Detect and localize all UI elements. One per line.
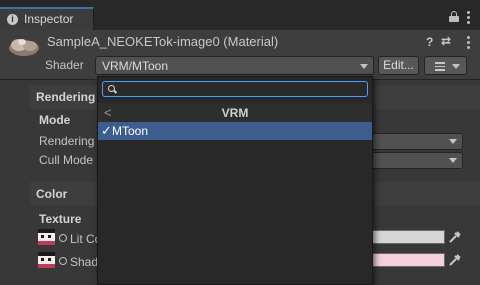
- shader-search-field[interactable]: [102, 81, 368, 97]
- cull-mode-dropdown[interactable]: [370, 152, 463, 169]
- eyedropper-icon[interactable]: [448, 253, 462, 267]
- material-preview-icon: [9, 39, 39, 56]
- lit-texture-picker-icon[interactable]: [59, 234, 67, 242]
- popup-category-header: < VRM: [98, 103, 372, 123]
- tab-inspector[interactable]: i Inspector: [0, 7, 94, 30]
- shader-value: VRM/MToon: [102, 59, 169, 73]
- lit-texture-thumbnail[interactable]: [38, 229, 55, 245]
- rendering-type-dropdown[interactable]: [370, 133, 463, 150]
- preset-icon[interactable]: ⇄: [441, 34, 451, 48]
- shader-option-label: MToon: [112, 124, 149, 138]
- chevron-down-icon: [360, 64, 368, 69]
- shade-color-swatch[interactable]: [372, 253, 445, 267]
- shader-option-mtoon[interactable]: ✓ MToon: [98, 122, 372, 140]
- shader-search-input[interactable]: [119, 82, 359, 96]
- material-title: SampleA_NEOKETok-image0 (Material): [47, 34, 279, 49]
- header-kebab-icon[interactable]: [467, 36, 471, 51]
- shade-color-label: Shad: [70, 255, 99, 269]
- help-icon[interactable]: ?: [426, 35, 433, 49]
- shade-texture-picker-icon[interactable]: [59, 257, 67, 265]
- tab-label: Inspector: [24, 12, 74, 26]
- edit-shader-button[interactable]: Edit...: [378, 56, 419, 75]
- shader-label: Shader: [45, 58, 84, 72]
- chevron-down-icon: [449, 158, 457, 163]
- lock-icon[interactable]: [449, 11, 459, 22]
- lit-color-swatch[interactable]: [372, 230, 445, 244]
- cull-mode-label: Cull Mode: [39, 153, 94, 167]
- shader-options-button[interactable]: [424, 56, 467, 75]
- shade-texture-thumbnail[interactable]: [38, 252, 55, 268]
- rendering-section-title: Rendering: [36, 90, 96, 104]
- eyedropper-icon[interactable]: [448, 230, 462, 244]
- search-icon: [108, 85, 115, 92]
- rendering-row-label: Rendering: [39, 134, 95, 148]
- texture-heading: Texture: [39, 212, 82, 226]
- info-icon: i: [7, 14, 18, 25]
- color-section-title: Color: [36, 187, 68, 201]
- mode-heading: Mode: [39, 113, 71, 127]
- chevron-down-icon: [452, 64, 460, 69]
- shader-dropdown[interactable]: VRM/MToon: [95, 56, 374, 75]
- list-icon: [435, 62, 445, 73]
- tab-bar: i Inspector: [0, 0, 480, 30]
- kebab-menu-icon[interactable]: [467, 11, 471, 26]
- material-header: SampleA_NEOKETok-image0 (Material) ? ⇄ S…: [0, 30, 480, 80]
- category-title: VRM: [221, 106, 249, 120]
- checkmark-icon: ✓: [101, 123, 112, 138]
- chevron-down-icon: [449, 139, 457, 144]
- shader-popup: < VRM ✓ MToon: [97, 76, 373, 285]
